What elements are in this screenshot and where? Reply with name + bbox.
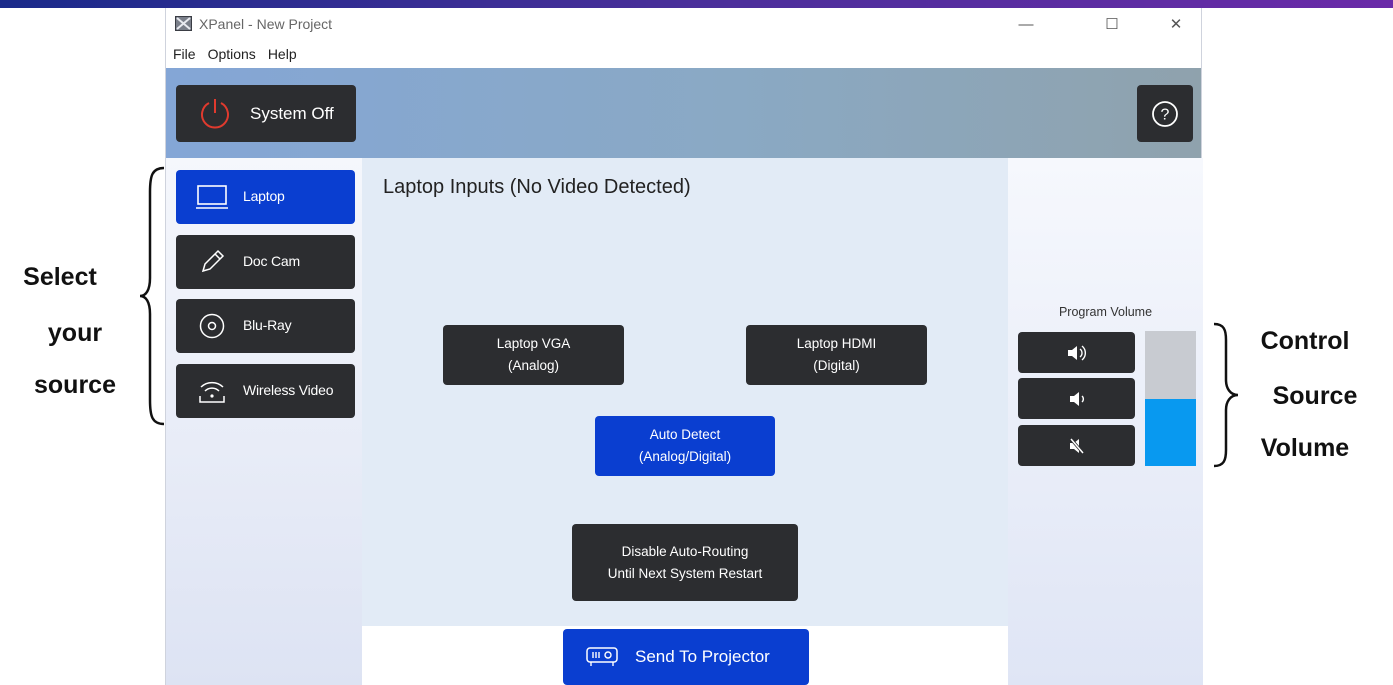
button-line-1: Laptop VGA — [496, 336, 571, 351]
help-button[interactable]: ? — [1137, 85, 1193, 142]
header-bar: System Off ? — [166, 68, 1201, 158]
system-off-label: System Off — [250, 103, 334, 123]
app-icon — [175, 16, 192, 31]
projector-icon — [586, 647, 618, 666]
annotation-left-line-2: your — [47, 319, 103, 347]
xpanel-window: XPanel - New Project — ☐ ✕ File Options … — [165, 8, 1203, 685]
annotation-right-line-1: Control — [1260, 327, 1350, 355]
help-icon: ? — [1152, 100, 1178, 127]
source-sidebar: Laptop Doc Cam Blu-Ray Wireless Video — [166, 158, 362, 685]
volume-up-button[interactable] — [1018, 332, 1135, 373]
source-label: Blu-Ray — [243, 317, 292, 333]
menu-help[interactable]: Help — [261, 44, 302, 66]
send-to-projector-label: Send To Projector — [635, 647, 770, 666]
page-title: Laptop Inputs (No Video Detected) — [383, 176, 691, 198]
volume-down-icon — [1069, 391, 1084, 406]
button-line-2: (Analog/Digital) — [638, 449, 732, 464]
source-label: Laptop — [243, 188, 285, 204]
minimize-button[interactable]: — — [1003, 8, 1049, 40]
source-doc-cam-button[interactable]: Doc Cam — [176, 235, 355, 289]
maximize-button[interactable]: ☐ — [1089, 8, 1135, 40]
mute-button[interactable] — [1018, 425, 1135, 466]
annotation-left-line-1: Select — [23, 263, 97, 291]
left-brace — [139, 166, 165, 426]
disc-icon — [199, 313, 225, 339]
volume-panel: Program Volume — [1008, 158, 1203, 685]
disable-auto-routing-button[interactable]: Disable Auto-Routing Until Next System R… — [572, 524, 798, 601]
right-brace — [1213, 322, 1239, 468]
volume-level-bar[interactable] — [1145, 331, 1196, 466]
laptop-icon — [196, 185, 228, 209]
button-line-1: Auto Detect — [649, 427, 721, 442]
menu-file[interactable]: File — [166, 44, 201, 66]
power-icon — [201, 98, 229, 129]
program-volume-label: Program Volume — [1058, 305, 1153, 319]
source-blu-ray-button[interactable]: Blu-Ray — [176, 299, 355, 353]
button-line-2: (Digital) — [813, 358, 860, 373]
desktop-top-strip — [0, 0, 1393, 8]
wireless-icon — [199, 381, 225, 403]
annotation-right-line-2: Source — [1272, 382, 1358, 410]
send-to-projector-button[interactable]: Send To Projector — [563, 629, 809, 685]
annotation-left-line-3: source — [34, 371, 116, 399]
volume-level-fill — [1145, 398, 1196, 466]
menu-options[interactable]: Options — [201, 44, 261, 66]
button-line-1: Laptop HDMI — [796, 336, 877, 351]
system-off-button[interactable]: System Off — [176, 85, 356, 142]
source-wireless-video-button[interactable]: Wireless Video — [176, 364, 355, 418]
laptop-vga-button[interactable]: Laptop VGA (Analog) — [443, 325, 624, 385]
source-laptop-button[interactable]: Laptop — [176, 170, 355, 224]
volume-up-icon — [1067, 344, 1086, 361]
close-button[interactable]: ✕ — [1153, 8, 1199, 40]
volume-down-button[interactable] — [1018, 378, 1135, 419]
button-line-1: Disable Auto-Routing — [621, 543, 749, 559]
laptop-hdmi-button[interactable]: Laptop HDMI (Digital) — [746, 325, 927, 385]
button-line-2: Until Next System Restart — [607, 565, 763, 581]
screenshot: Select your source Control Source Volume… — [0, 0, 1393, 685]
title-bar: XPanel - New Project — ☐ ✕ — [166, 8, 1201, 40]
main-panel: Laptop Inputs (No Video Detected) Laptop… — [362, 158, 1008, 626]
mute-icon — [1069, 437, 1084, 454]
annotation-right-line-3: Volume — [1260, 434, 1350, 462]
pencil-icon — [201, 249, 225, 273]
source-label: Doc Cam — [243, 253, 300, 269]
window-title: XPanel - New Project — [199, 16, 333, 32]
help-label: ? — [1161, 106, 1170, 123]
menu-bar: File Options Help — [166, 44, 302, 66]
auto-detect-button[interactable]: Auto Detect (Analog/Digital) — [595, 416, 775, 476]
button-line-2: (Analog) — [507, 358, 560, 373]
source-label: Wireless Video — [243, 382, 334, 398]
footer-bar: Send To Projector — [362, 626, 1008, 685]
